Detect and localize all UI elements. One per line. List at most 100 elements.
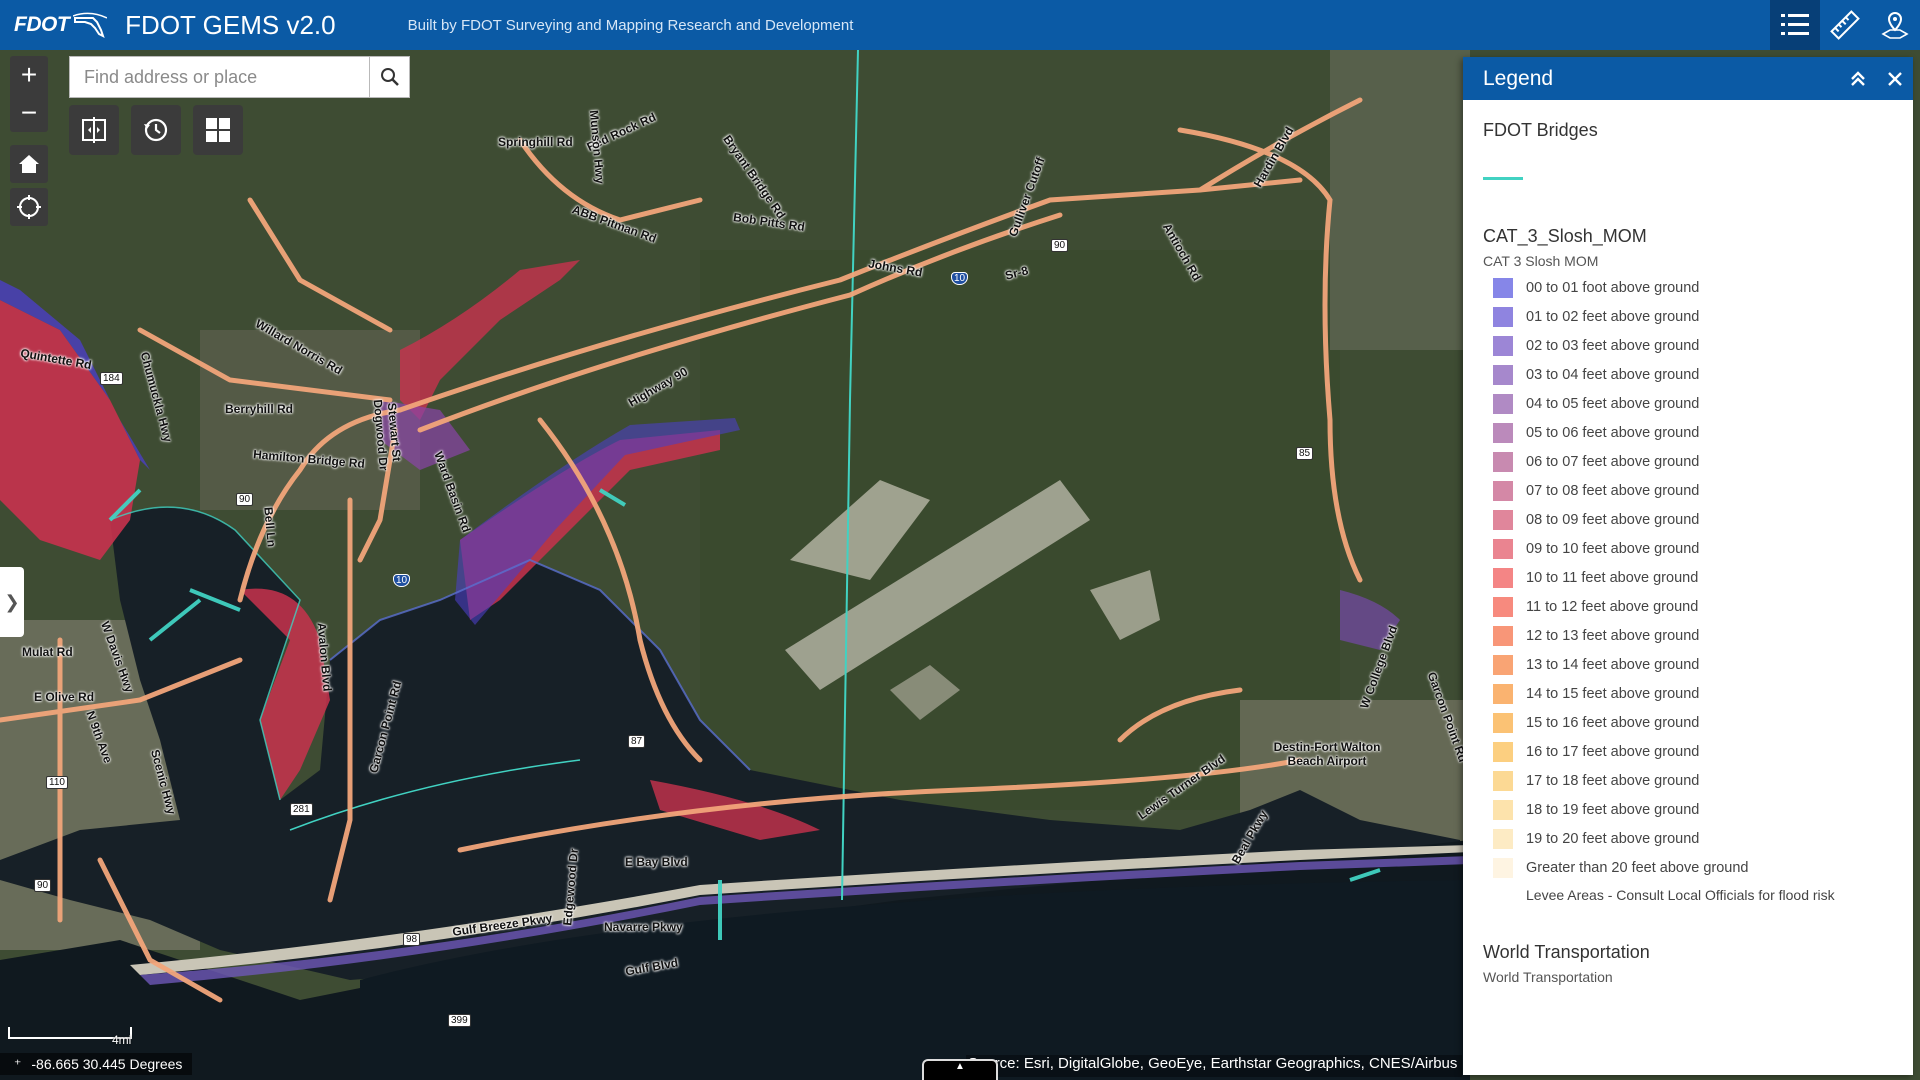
legend-item: 15 to 16 feet above ground: [1483, 708, 1893, 737]
legend-item: 09 to 10 feet above ground: [1483, 534, 1893, 563]
collapse-up-icon[interactable]: [1849, 70, 1867, 88]
legend-item-label: 04 to 05 feet above ground: [1526, 395, 1700, 412]
legend-item: Greater than 20 feet above ground: [1483, 853, 1893, 882]
legend-swatch: [1493, 886, 1513, 906]
legend-layer-title: CAT_3_Slosh_MOM: [1483, 226, 1647, 246]
road-label: Mulat Rd: [22, 645, 73, 659]
legend-item-label: Levee Areas - Consult Local Officials fo…: [1526, 887, 1835, 903]
location-pin-icon: [1881, 11, 1909, 39]
crosshair-icon: ⁺: [14, 1055, 22, 1072]
legend-item: 01 to 02 feet above ground: [1483, 302, 1893, 331]
search-widget: [69, 56, 410, 98]
legend-content: FDOT Bridges CAT_3_Slosh_MOM CAT 3 Slosh…: [1463, 120, 1913, 985]
legend-item: 18 to 19 feet above ground: [1483, 795, 1893, 824]
search-button[interactable]: [369, 57, 409, 97]
legend-item: 00 to 01 foot above ground: [1483, 273, 1893, 302]
legend-item: 04 to 05 feet above ground: [1483, 389, 1893, 418]
legend-item-label: 11 to 12 feet above ground: [1526, 598, 1699, 615]
route-shield: 90: [236, 493, 254, 506]
legend-item-label: 08 to 09 feet above ground: [1526, 511, 1700, 528]
route-shield: 98: [403, 933, 421, 946]
legend-item: 02 to 03 feet above ground: [1483, 331, 1893, 360]
legend-item-label: 19 to 20 feet above ground: [1526, 830, 1700, 847]
measure-button[interactable]: [1820, 0, 1870, 50]
legend-swatch: [1493, 770, 1513, 791]
legend-swatch: [1493, 277, 1513, 298]
road-label: Berryhill Rd: [225, 402, 294, 416]
history-button[interactable]: [131, 105, 181, 155]
legend-list-icon: [1781, 14, 1809, 35]
legend-item: 17 to 18 feet above ground: [1483, 766, 1893, 795]
route-shield: 85: [1296, 447, 1314, 460]
legend-swatch: [1493, 857, 1513, 878]
app-subtitle: Built by FDOT Surveying and Mapping Rese…: [407, 16, 854, 34]
legend-items: 00 to 01 foot above ground 01 to 02 feet …: [1483, 273, 1893, 906]
home-icon: [19, 155, 39, 173]
legend-item-label: 13 to 14 feet above ground: [1526, 656, 1700, 673]
legend-item-label: 14 to 15 feet above ground: [1526, 685, 1700, 702]
legend-item-label: 05 to 06 feet above ground: [1526, 424, 1700, 441]
scale-label: 4mi: [112, 1033, 132, 1047]
legend-item: 11 to 12 feet above ground: [1483, 592, 1893, 621]
search-input[interactable]: [70, 57, 369, 97]
coordinate-text: -86.665 30.445 Degrees: [31, 1056, 183, 1072]
route-shield: 281: [290, 803, 313, 816]
legend-swatch: [1493, 509, 1513, 530]
legend-item-label: 06 to 07 feet above ground: [1526, 453, 1700, 470]
legend-item-label: 18 to 19 feet above ground: [1526, 801, 1700, 818]
legend-item-label: 12 to 13 feet above ground: [1526, 627, 1700, 644]
legend-swatch: [1493, 567, 1513, 588]
attribution-toggle[interactable]: ▲: [922, 1059, 998, 1080]
coordinate-readout[interactable]: ⁺ -86.665 30.445 Degrees: [0, 1053, 193, 1075]
legend-layer-title: FDOT Bridges: [1483, 120, 1598, 140]
fdot-logo: FDOT: [14, 12, 108, 38]
zoom-in-button[interactable]: +: [10, 56, 48, 94]
legend-swatch: [1493, 538, 1513, 559]
legend-item: 08 to 09 feet above ground: [1483, 505, 1893, 534]
legend-item: 12 to 13 feet above ground: [1483, 621, 1893, 650]
swipe-compare-icon: [82, 117, 106, 143]
legend-item-label: 00 to 01 foot above ground: [1526, 279, 1700, 296]
zoom-out-button[interactable]: −: [10, 94, 48, 132]
legend-item-label: 10 to 11 feet above ground: [1526, 569, 1699, 586]
legend-item-label: 03 to 04 feet above ground: [1526, 366, 1700, 383]
legend-item: 07 to 08 feet above ground: [1483, 476, 1893, 505]
legend-swatch: [1493, 422, 1513, 443]
caret-up-icon: ▲: [955, 1061, 965, 1072]
road-label: Navarre Pkwy: [604, 920, 683, 934]
home-button[interactable]: [10, 145, 48, 183]
legend-swatch: [1493, 741, 1513, 762]
legend-swatch: [1493, 480, 1513, 501]
legend-item-label: 09 to 10 feet above ground: [1526, 540, 1700, 557]
side-panel-toggle[interactable]: ❯: [0, 567, 24, 637]
legend-layer-title: World Transportation: [1483, 942, 1650, 962]
route-shield: 110: [46, 776, 68, 789]
legend-swatch: [1493, 625, 1513, 646]
legend-toggle-button[interactable]: [1770, 0, 1820, 50]
legend-item-label: 02 to 03 feet above ground: [1526, 337, 1700, 354]
legend-swatch: [1493, 596, 1513, 617]
location-button[interactable]: [1870, 0, 1920, 50]
legend-swatch: [1493, 799, 1513, 820]
close-icon[interactable]: [1887, 71, 1903, 87]
legend-item-label: 01 to 02 feet above ground: [1526, 308, 1700, 325]
basemap-gallery-button[interactable]: [193, 105, 243, 155]
legend-item: 10 to 11 feet above ground: [1483, 563, 1893, 592]
legend-item: 14 to 15 feet above ground: [1483, 679, 1893, 708]
legend-item: 13 to 14 feet above ground: [1483, 650, 1893, 679]
legend-item: 03 to 04 feet above ground: [1483, 360, 1893, 389]
legend-layer-subtitle: CAT 3 Slosh MOM: [1483, 253, 1599, 269]
swipe-compare-button[interactable]: [69, 105, 119, 155]
legend-header: Legend: [1463, 57, 1913, 100]
legend-title: Legend: [1483, 66, 1554, 90]
map-attribution: Source: Esri, DigitalGlobe, GeoEye, Eart…: [966, 1055, 1462, 1077]
chevron-right-icon: ❯: [4, 591, 20, 612]
route-shield: 399: [448, 1014, 471, 1027]
zoom-control: + −: [10, 56, 48, 132]
legend-item-label: 07 to 08 feet above ground: [1526, 482, 1700, 499]
locate-button[interactable]: [10, 188, 48, 226]
route-shield: 184: [100, 372, 123, 385]
route-shield: 87: [628, 735, 646, 748]
legend-layer-subtitle: World Transportation: [1483, 969, 1613, 985]
measure-ruler-icon: [1830, 10, 1860, 40]
